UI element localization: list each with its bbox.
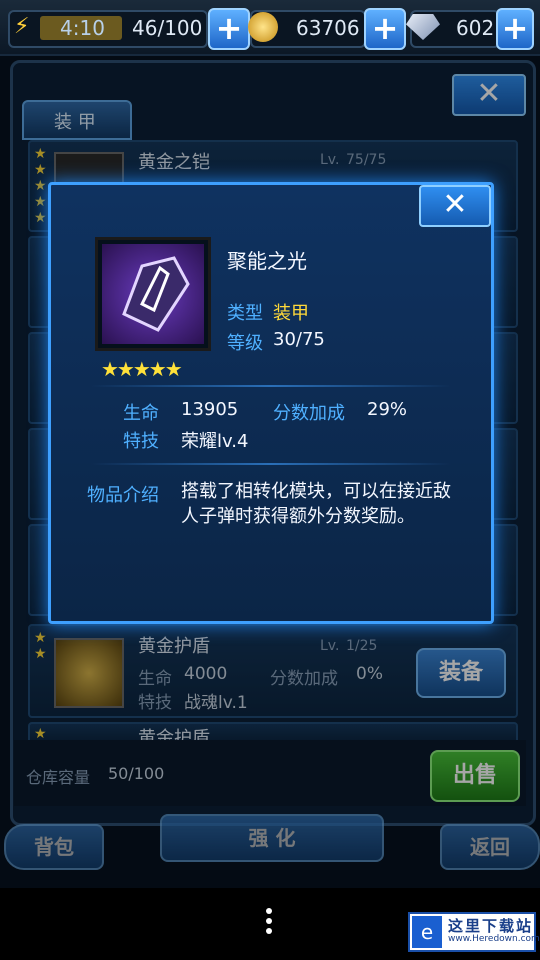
hp-label: 生命 bbox=[123, 403, 159, 424]
add-gems-button[interactable]: + bbox=[496, 8, 534, 50]
coin-bar: 63706 bbox=[248, 10, 366, 48]
type-label: 类型 bbox=[227, 303, 263, 324]
item-image-frame bbox=[95, 237, 211, 351]
resource-bar: ⚡ 4:10 46/100 + 63706 + 602 + bbox=[0, 0, 540, 56]
level-label: 等级 bbox=[227, 333, 263, 354]
level-value: 30/75 bbox=[273, 329, 325, 350]
skill-value: 荣耀lv.4 bbox=[181, 431, 249, 452]
gem-icon bbox=[406, 14, 440, 40]
bonus-label: 分数加成 bbox=[273, 403, 345, 424]
armor-icon bbox=[102, 244, 204, 344]
system-nav-bar: e 这里下载站 www.Heredown.com bbox=[0, 888, 540, 960]
gem-value: 602 bbox=[456, 16, 495, 40]
item-stars: ★★★★★ bbox=[101, 357, 183, 381]
description-text: 搭载了相转化模块，可以在接近敌人子弹时获得额外分数奖励。 bbox=[181, 481, 451, 527]
energy-bar: ⚡ 4:10 46/100 bbox=[8, 10, 208, 48]
clock-time: 4:10 bbox=[60, 16, 105, 40]
divider bbox=[91, 463, 451, 465]
energy-value: 46/100 bbox=[132, 16, 203, 40]
watermark-badge: e 这里下载站 www.Heredown.com bbox=[408, 912, 540, 952]
coin-value: 63706 bbox=[296, 16, 360, 40]
watermark-logo-icon: e bbox=[412, 916, 442, 948]
item-name: 聚能之光 bbox=[227, 249, 307, 273]
popup-close-button[interactable]: ✕ bbox=[419, 185, 491, 227]
watermark-title: 这里下载站 bbox=[448, 917, 534, 935]
type-value: 装甲 bbox=[273, 303, 309, 324]
watermark-url: www.Heredown.com bbox=[448, 934, 540, 944]
skill-label: 特技 bbox=[123, 431, 159, 452]
bonus-value: 29% bbox=[367, 399, 408, 420]
description-label: 物品介绍 bbox=[87, 485, 159, 506]
gem-bar: 602 bbox=[406, 10, 500, 48]
close-icon: ✕ bbox=[442, 187, 468, 222]
hp-value: 13905 bbox=[181, 399, 239, 420]
divider bbox=[91, 385, 451, 387]
lightning-icon: ⚡ bbox=[14, 14, 30, 39]
item-detail-popup: ✕ ★★★★★ 聚能之光 类型 装甲 等级 30/75 生命 13905 分数加… bbox=[48, 182, 494, 624]
add-energy-button[interactable]: + bbox=[208, 8, 250, 50]
overflow-menu-icon[interactable] bbox=[266, 908, 272, 934]
add-coins-button[interactable]: + bbox=[364, 8, 406, 50]
coin-icon bbox=[248, 12, 278, 42]
